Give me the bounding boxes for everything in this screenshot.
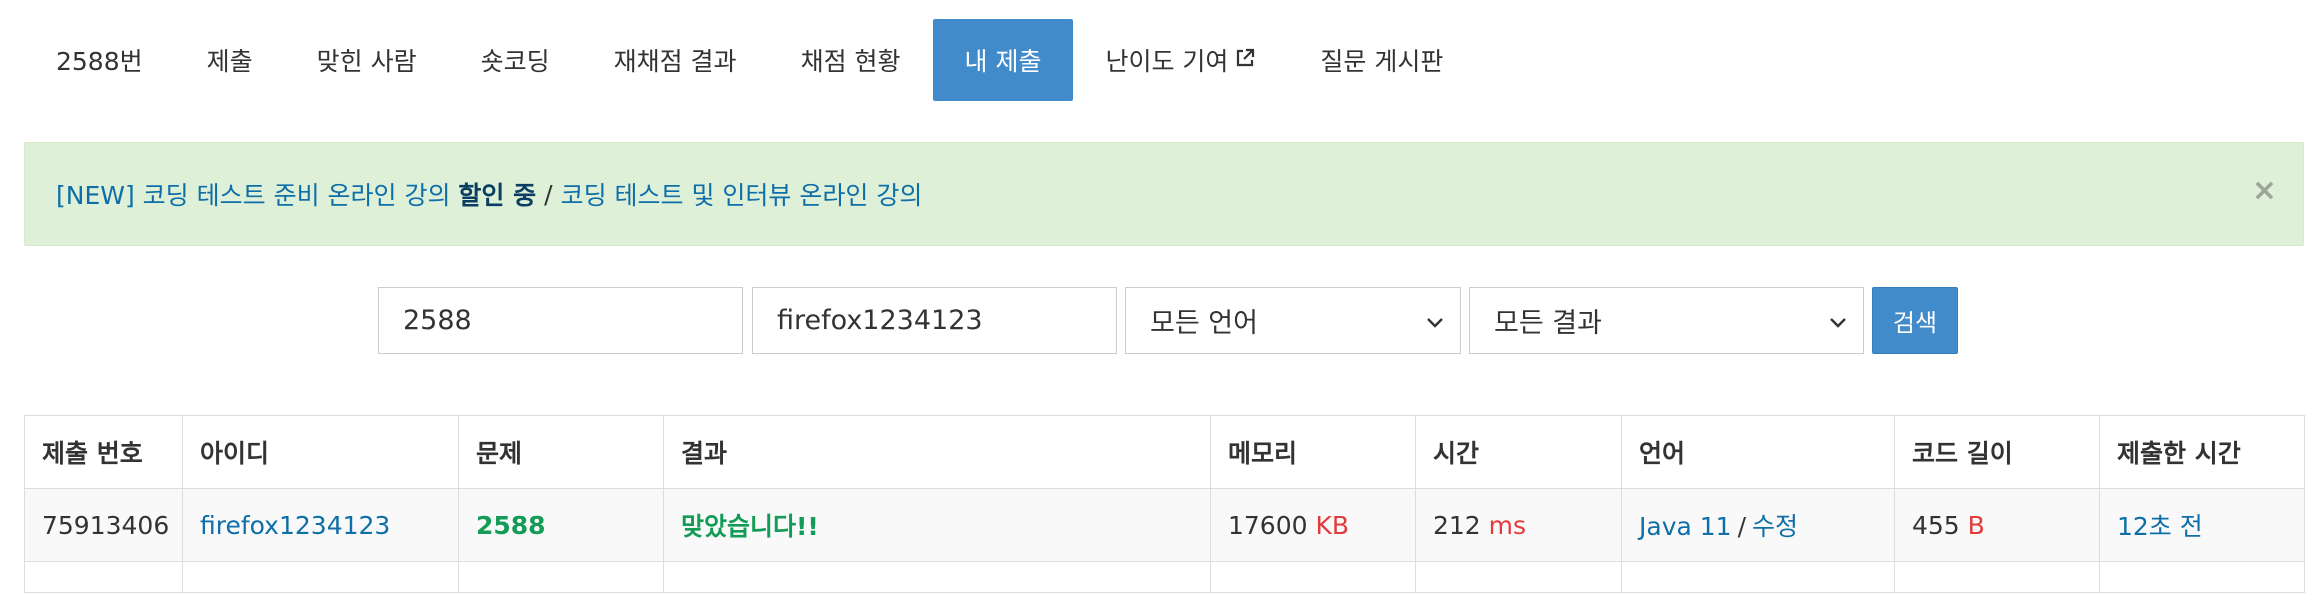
problem-id-value: 2588 — [403, 305, 472, 336]
cell-submitted-at: 12초 전 — [2099, 488, 2305, 562]
tab-judge-status[interactable]: 채점 현황 — [769, 19, 933, 101]
header-result: 결과 — [663, 415, 1211, 489]
header-memory: 메모리 — [1210, 415, 1416, 489]
language-select[interactable]: 모든 언어 — [1125, 287, 1461, 354]
header-problem: 문제 — [458, 415, 664, 489]
chevron-down-icon — [1424, 310, 1446, 341]
promo-discount-text: 할인 중 — [458, 181, 537, 210]
table-header-row: 제출 번호 아이디 문제 결과 메모리 시간 언어 코드 길이 제출한 시간 — [24, 415, 2305, 489]
header-code-length: 코드 길이 — [1894, 415, 2100, 489]
language-separator: / — [1737, 512, 1747, 541]
result-text: 맞았습니다!! — [681, 512, 819, 541]
cell-problem: 2588 — [458, 488, 664, 562]
user-id-input[interactable]: firefox1234123 — [752, 287, 1117, 354]
table-cell — [458, 561, 664, 593]
search-button[interactable]: 검색 — [1872, 287, 1958, 354]
table-cell — [1415, 561, 1622, 593]
alert-close-button[interactable]: × — [2252, 176, 2277, 206]
tab-difficulty-contribution[interactable]: 난이도 기여 — [1073, 19, 1288, 101]
result-select[interactable]: 모든 결과 — [1469, 287, 1864, 354]
tab-submit[interactable]: 제출 — [175, 19, 285, 101]
tab-difficulty-label: 난이도 기여 — [1105, 47, 1229, 76]
promo-link-course[interactable]: [NEW] 코딩 테스트 준비 온라인 강의 할인 중 — [56, 176, 536, 212]
cell-language: Java 11/수정 — [1621, 488, 1895, 562]
result-select-value: 모든 결과 — [1494, 308, 1602, 339]
language-source-link[interactable]: Java 11 — [1639, 512, 1732, 541]
submitted-time-link[interactable]: 12초 전 — [2117, 512, 2203, 541]
tab-solved-users[interactable]: 맞힌 사람 — [285, 19, 449, 101]
header-submitted-at: 제출한 시간 — [2099, 415, 2305, 489]
table-row: 75913406 firefox1234123 2588 맞았습니다!! 176… — [24, 488, 2305, 562]
language-select-value: 모든 언어 — [1150, 308, 1258, 339]
memory-value: 17600 — [1228, 510, 1308, 540]
table-cell — [2099, 561, 2305, 593]
cell-result: 맞았습니다!! — [663, 488, 1211, 562]
header-user-id: 아이디 — [182, 415, 459, 489]
header-language: 언어 — [1621, 415, 1895, 489]
cell-submission-id: 75913406 — [24, 488, 183, 562]
external-link-icon — [1234, 46, 1256, 75]
promo-link-interview[interactable]: 코딩 테스트 및 인터뷰 온라인 강의 — [561, 176, 923, 212]
promo-alert: [NEW] 코딩 테스트 준비 온라인 강의 할인 중 / 코딩 테스트 및 인… — [24, 142, 2304, 246]
table-cell — [663, 561, 1211, 593]
chevron-down-icon — [1827, 310, 1849, 341]
memory-unit: KB — [1315, 510, 1350, 540]
user-id-value: firefox1234123 — [777, 305, 983, 336]
problem-id-input[interactable]: 2588 — [378, 287, 743, 354]
promo-separator: / — [544, 179, 553, 209]
table-cell — [182, 561, 459, 593]
time-unit: ms — [1488, 510, 1527, 540]
cell-time: 212 ms — [1415, 488, 1622, 562]
tab-short-coding[interactable]: 숏코딩 — [449, 19, 582, 101]
tab-my-submissions[interactable]: 내 제출 — [932, 19, 1074, 101]
problem-nav-tabs: 2588번 제출 맞힌 사람 숏코딩 재채점 결과 채점 현황 내 제출 난이도… — [24, 19, 1475, 101]
table-cell — [1894, 561, 2100, 593]
table-cell — [1621, 561, 1895, 593]
tab-problem[interactable]: 2588번 — [24, 19, 175, 101]
time-value: 212 — [1433, 510, 1481, 540]
user-link[interactable]: firefox1234123 — [200, 511, 390, 540]
cell-code-length: 455 B — [1894, 488, 2100, 562]
table-cell — [1210, 561, 1416, 593]
promo-link-text: [NEW] 코딩 테스트 준비 온라인 강의 — [56, 181, 451, 210]
tab-question-board[interactable]: 질문 게시판 — [1288, 19, 1475, 101]
submission-status-table: 제출 번호 아이디 문제 결과 메모리 시간 언어 코드 길이 제출한 시간 7… — [24, 415, 2305, 593]
code-length-value: 455 — [1912, 510, 1960, 540]
table-row — [24, 561, 2305, 593]
header-submission-id: 제출 번호 — [24, 415, 183, 489]
code-length-unit: B — [1967, 510, 1985, 540]
tab-rejudge-results[interactable]: 재채점 결과 — [582, 19, 769, 101]
cell-user-id: firefox1234123 — [182, 488, 459, 562]
header-time: 시간 — [1415, 415, 1622, 489]
table-cell — [24, 561, 183, 593]
cell-memory: 17600 KB — [1210, 488, 1416, 562]
problem-link[interactable]: 2588 — [476, 511, 546, 540]
edit-link[interactable]: 수정 — [1752, 512, 1798, 541]
